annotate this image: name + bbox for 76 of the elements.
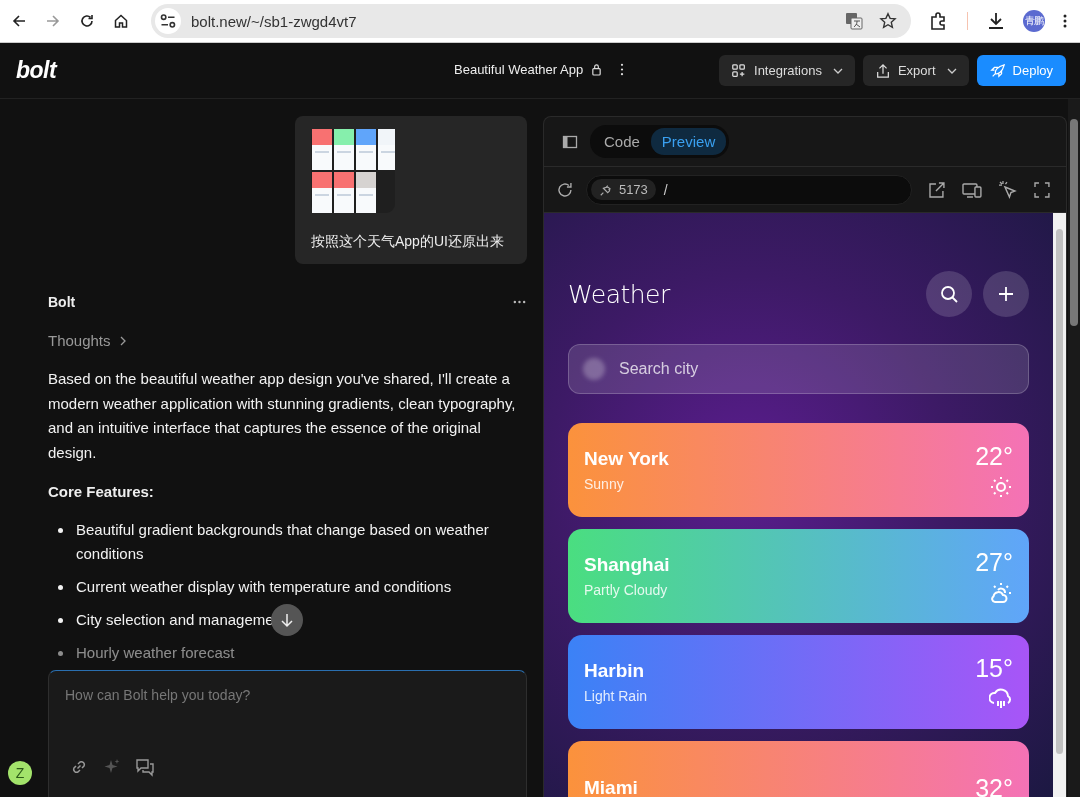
home-icon[interactable] [113,13,129,29]
forward-icon[interactable] [45,13,61,29]
sidebar-toggle-icon[interactable] [562,133,578,150]
temperature: 32° [975,773,1013,797]
external-link-icon[interactable] [928,180,947,199]
temperature: 15° [975,653,1013,683]
app-title: Weather [568,279,670,309]
feature-item: Beautiful gradient backgrounds that change based on weather conditions [76,520,490,564]
menu-button[interactable]: Export [862,55,969,86]
city-name: Shanghai [584,554,670,576]
translate-icon[interactable] [845,12,863,30]
cursor-icon[interactable] [998,179,1019,200]
scroll-down-button[interactable] [271,604,303,636]
feature-item: City selection and manageme [76,610,274,630]
user-avatar[interactable]: Z [8,761,32,785]
weather-condition: Sunny [584,476,625,492]
assistant-name: Bolt [48,294,76,310]
prompt-field[interactable]: How can Bolt help you today? [65,687,510,757]
bullet-dot [58,585,63,590]
star-icon[interactable] [879,12,897,30]
partly-cloudy-icon [989,580,1013,605]
menu-button[interactable]: Integrations [719,55,855,86]
city-name: Harbin [584,660,646,682]
search-box[interactable]: Search city [568,344,1029,394]
upload-icon [874,62,891,79]
path-field[interactable]: 5173 / [585,174,913,205]
tab[interactable]: Code [593,128,651,155]
address-bar[interactable]: bolt.new/~/sb1-zwgd4vt7 [151,4,911,38]
plus-icon [996,284,1016,304]
thoughts-toggle[interactable]: Thoughts [48,332,126,349]
plug-icon [598,182,613,197]
feature-item: Hourly weather forecast [76,643,235,663]
search-field[interactable]: Search city [617,359,1014,379]
response-paragraph: Based on the beautiful weather app design you've shared, I'll create a modern weather application with stunning gradients, clean typography, and an intuitive interface that captures the essence of the original design. [48,369,517,463]
download-icon[interactable] [986,11,1006,31]
more-icon[interactable] [620,63,625,76]
city-card[interactable]: Harbin Light Rain 15° [568,635,1029,729]
temperature: 22° [975,441,1013,471]
chat-icon[interactable] [135,757,155,777]
arrow-down-icon [279,612,295,628]
fullscreen-icon[interactable] [1034,181,1050,198]
rocket-icon [989,62,1006,79]
bullet-dot [58,651,63,656]
city-name: Miami [584,777,638,797]
prompt-box[interactable]: How can Bolt help you today? [48,670,527,797]
feature-item: Current weather display with temperature and conditions [76,577,452,597]
user-message: 按照这个天气App的UI还原出来 [295,116,527,264]
chevron-down-icon [946,67,957,74]
city-name: New York [584,448,669,470]
temperature: 27° [975,547,1013,577]
rain-icon [989,686,1013,711]
weather-condition: Partly Cloudy [584,582,669,598]
scrollbar-thumb[interactable] [1056,229,1063,754]
profile-avatar[interactable]: 青鹏 [1023,10,1045,32]
section-heading: Core Features: [48,483,155,500]
scrollbar-thumb[interactable] [1070,119,1078,326]
grid-icon [731,62,747,79]
reload-icon[interactable] [556,180,574,199]
sun-icon [989,474,1013,499]
weather-condition: Light Rain [584,688,648,704]
search-button[interactable] [926,271,972,317]
logo[interactable]: bolt [16,57,57,84]
site-settings-icon[interactable] [155,8,181,34]
bullet-dot [58,528,63,533]
reload-icon[interactable] [79,13,95,29]
project-title: Beautiful Weather App [454,62,584,77]
add-button[interactable] [983,271,1029,317]
back-icon[interactable] [11,13,27,29]
port-badge[interactable]: 5173 [590,179,656,200]
chevron-down-icon [832,67,843,74]
bullet-dot [58,618,63,623]
tab[interactable]: Preview [650,128,727,155]
more-icon[interactable] [513,300,526,304]
more-icon[interactable] [1063,13,1067,29]
chevron-right-icon [119,335,126,346]
lock-icon [591,63,603,76]
